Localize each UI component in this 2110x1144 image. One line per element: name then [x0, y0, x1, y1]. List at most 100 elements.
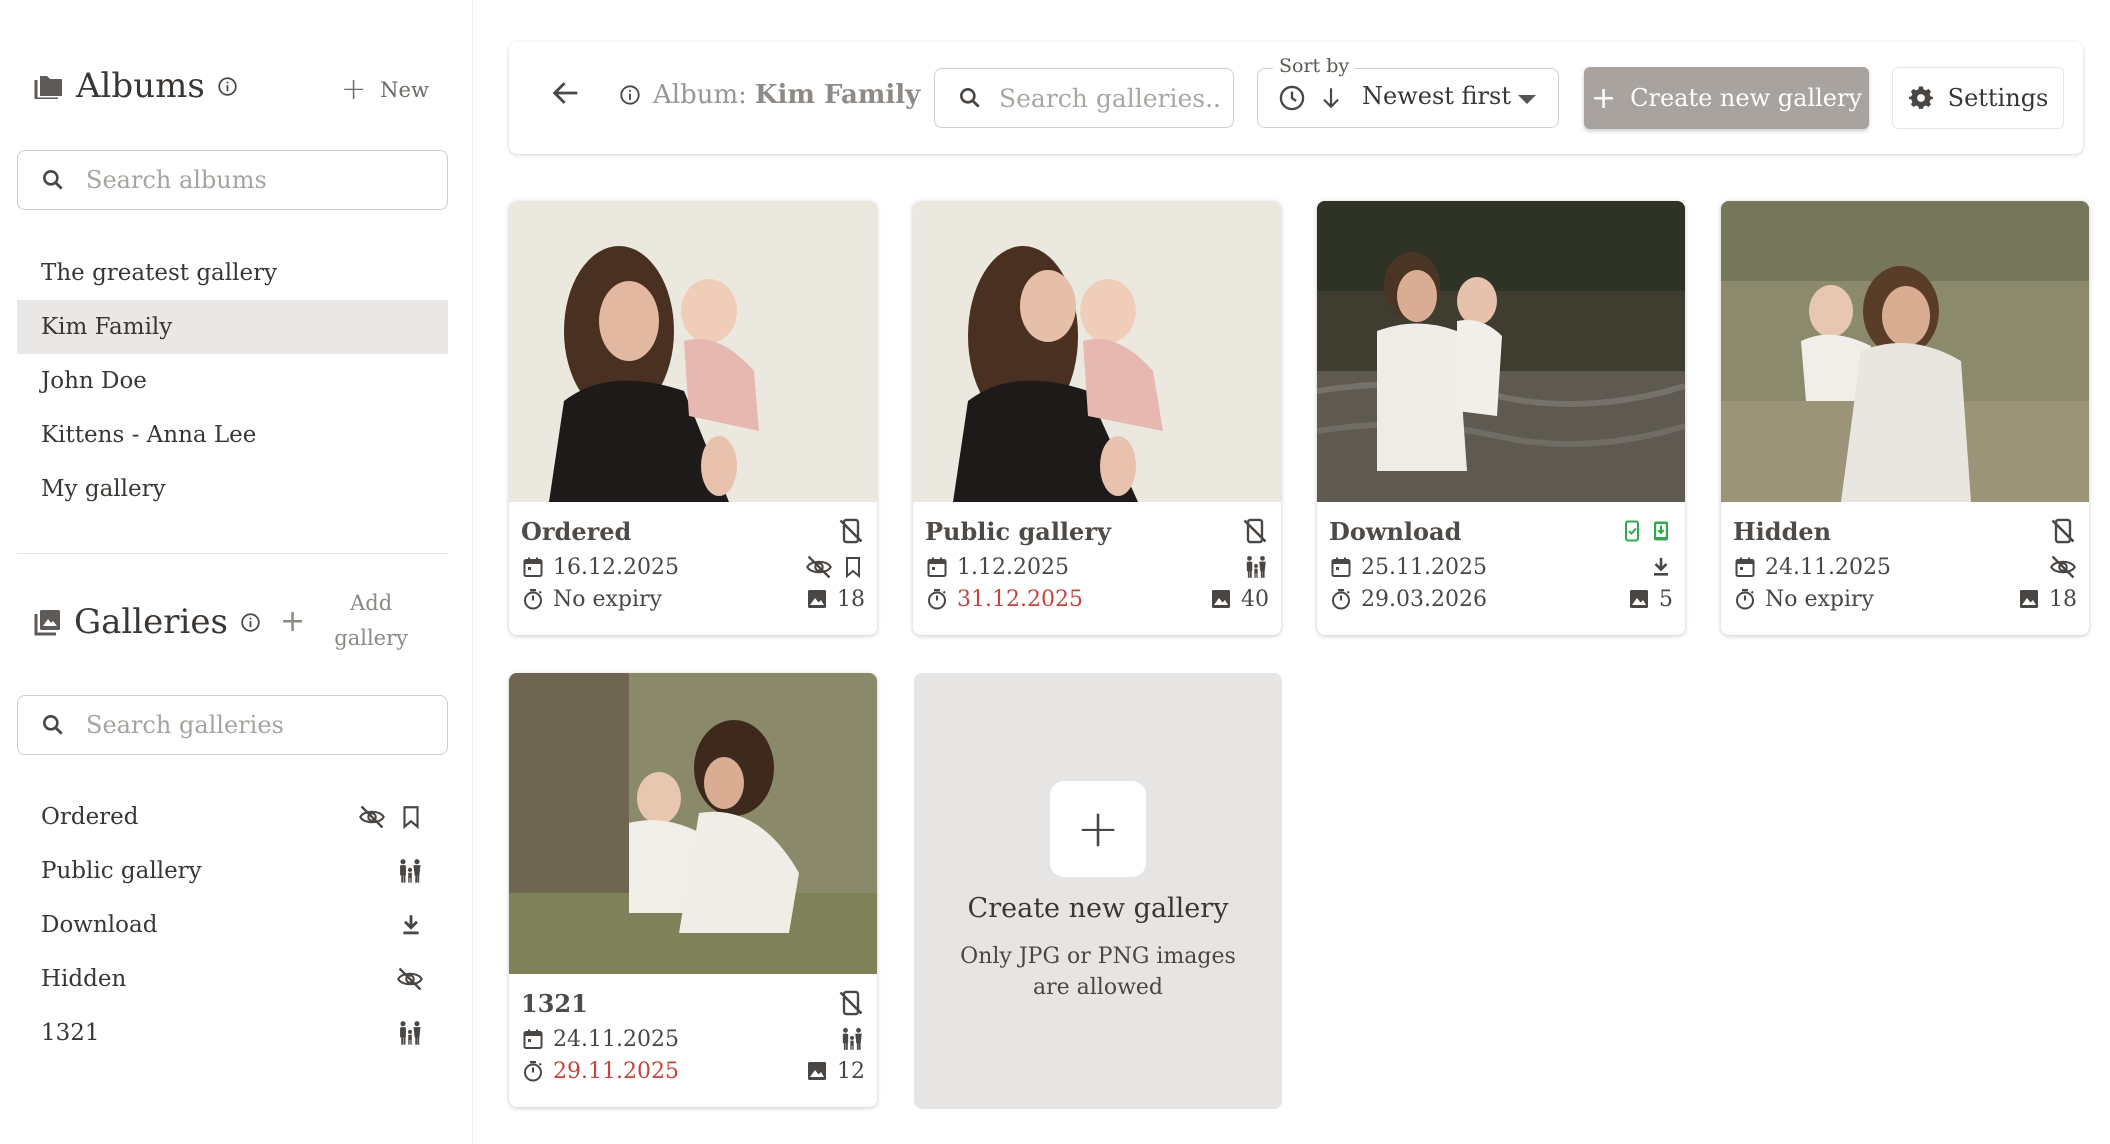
sort-value: Newest first — [1362, 82, 1511, 110]
gallery-cover-image[interactable] — [509, 201, 877, 502]
galleries-title: Galleries — [74, 602, 228, 642]
album-search-input[interactable] — [86, 166, 426, 194]
toolbar: Album: Kim Family Sort by Newest first +… — [509, 42, 2083, 154]
create-gallery-label: Create new gallery — [1630, 84, 1863, 112]
no-phone-icon — [837, 989, 865, 1017]
plus-icon: + — [280, 603, 306, 639]
timer-icon — [521, 1059, 545, 1083]
gallery-cover-image[interactable] — [509, 673, 877, 974]
gallery-search[interactable] — [17, 695, 448, 755]
bookmark-icon — [398, 804, 424, 830]
gallery-list: Ordered Public gallery Download Hidden 1… — [17, 790, 448, 1060]
sidebar-divider — [17, 553, 448, 554]
chevron-down-icon — [1518, 95, 1536, 104]
album-item-label: The greatest gallery — [41, 260, 278, 286]
card-count: 5 — [1659, 586, 1673, 612]
card-title: Ordered — [521, 516, 632, 546]
image-icon — [1209, 587, 1233, 611]
album-item-active[interactable]: Kim Family — [17, 300, 448, 354]
eye-off-icon — [2049, 553, 2077, 581]
create-gallery-button[interactable]: + Create new gallery — [1584, 67, 1869, 129]
album-item[interactable]: The greatest gallery — [17, 246, 448, 300]
card-count: 18 — [2049, 586, 2077, 612]
image-icon — [805, 1059, 829, 1083]
album-item-label: Kim Family — [41, 314, 173, 340]
galleries-info-icon[interactable] — [240, 612, 261, 633]
no-phone-icon — [837, 517, 865, 545]
search-icon — [40, 712, 66, 738]
gallery-card[interactable]: Ordered 16.12.2025 No expiry 18 — [509, 201, 877, 635]
album-item-label: John Doe — [41, 368, 147, 394]
album-item-label: Kittens - Anna Lee — [41, 422, 257, 448]
image-icon — [1627, 587, 1651, 611]
gallery-card[interactable]: 1321 24.11.2025 29.11.2025 12 — [509, 673, 877, 1107]
add-gallery-button[interactable]: + Add gallery — [280, 586, 411, 656]
gallery-cover-image[interactable] — [913, 201, 1281, 502]
download-icon — [398, 912, 424, 938]
clock-icon — [1279, 85, 1305, 111]
download-icon — [1649, 555, 1673, 579]
card-title: Public gallery — [925, 516, 1111, 546]
family-icon — [396, 857, 424, 885]
gallery-item[interactable]: Download — [17, 898, 448, 952]
plus-icon[interactable]: + — [1050, 781, 1146, 877]
gallery-cover-image[interactable] — [1721, 201, 2089, 502]
card-title: 1321 — [521, 988, 588, 1018]
card-expiry: 29.11.2025 — [553, 1058, 679, 1084]
gear-icon — [1908, 86, 1933, 109]
album-item-label: My gallery — [41, 476, 166, 502]
card-date: 1.12.2025 — [957, 554, 1069, 580]
folder-icon — [34, 76, 62, 99]
back-arrow-icon[interactable] — [549, 76, 583, 110]
info-icon[interactable] — [619, 84, 641, 106]
no-phone-icon — [2049, 517, 2077, 545]
bookmark-icon — [841, 555, 865, 579]
album-item[interactable]: Kittens - Anna Lee — [17, 408, 448, 462]
gallery-cover-image[interactable] — [1317, 201, 1685, 502]
album-breadcrumb: Album: Kim Family — [619, 80, 920, 110]
timer-icon — [521, 587, 545, 611]
gallery-item[interactable]: 1321 — [17, 1006, 448, 1060]
eye-off-icon — [805, 553, 833, 581]
gallery-card[interactable]: Hidden 24.11.2025 No expiry 18 — [1721, 201, 2089, 635]
eye-off-icon — [396, 965, 424, 993]
album-prefix: Album: — [653, 80, 747, 110]
albums-title: Albums — [76, 66, 205, 106]
card-expiry: No expiry — [1765, 586, 1874, 612]
album-item[interactable]: John Doe — [17, 354, 448, 408]
image-icon — [2017, 587, 2041, 611]
album-item[interactable]: My gallery — [17, 462, 448, 516]
card-title: Download — [1329, 516, 1462, 546]
galleries-search-input[interactable] — [999, 83, 1219, 113]
card-count: 12 — [837, 1058, 865, 1084]
search-icon — [40, 167, 66, 193]
gallery-item[interactable]: Ordered — [17, 790, 448, 844]
card-date: 24.11.2025 — [1765, 554, 1891, 580]
family-icon — [396, 1019, 424, 1047]
gallery-card[interactable]: Download 25.11.2025 29.03.2026 5 — [1317, 201, 1685, 635]
gallery-item[interactable]: Public gallery — [17, 844, 448, 898]
album-name: Kim Family — [754, 80, 921, 110]
timer-icon — [1733, 587, 1757, 611]
card-date: 16.12.2025 — [553, 554, 679, 580]
settings-label: Settings — [1947, 84, 2049, 112]
album-search[interactable] — [17, 150, 448, 210]
albums-info-icon[interactable] — [217, 76, 238, 97]
albums-header: Albums — [34, 66, 238, 106]
plus-icon: + — [341, 72, 367, 107]
create-gallery-card[interactable]: + Create new gallery Only JPG or PNG ima… — [914, 673, 1282, 1109]
family-icon — [839, 1026, 865, 1052]
gallery-card[interactable]: Public gallery 1.12.2025 31.12.2025 40 — [913, 201, 1281, 635]
sort-select[interactable]: Sort by Newest first — [1257, 55, 1559, 128]
gallery-search-input[interactable] — [86, 711, 426, 739]
gallery-item[interactable]: Hidden — [17, 952, 448, 1006]
galleries-search[interactable] — [934, 68, 1234, 128]
settings-button[interactable]: Settings — [1892, 67, 2064, 129]
gallery-item-label: Public gallery — [41, 858, 202, 884]
create-card-title: Create new gallery — [967, 893, 1229, 924]
card-date: 24.11.2025 — [553, 1026, 679, 1052]
calendar-icon — [521, 555, 545, 579]
new-album-button[interactable]: + New — [341, 72, 429, 107]
plus-icon: + — [1590, 80, 1617, 116]
add-gallery-label: Add gallery — [334, 591, 408, 650]
